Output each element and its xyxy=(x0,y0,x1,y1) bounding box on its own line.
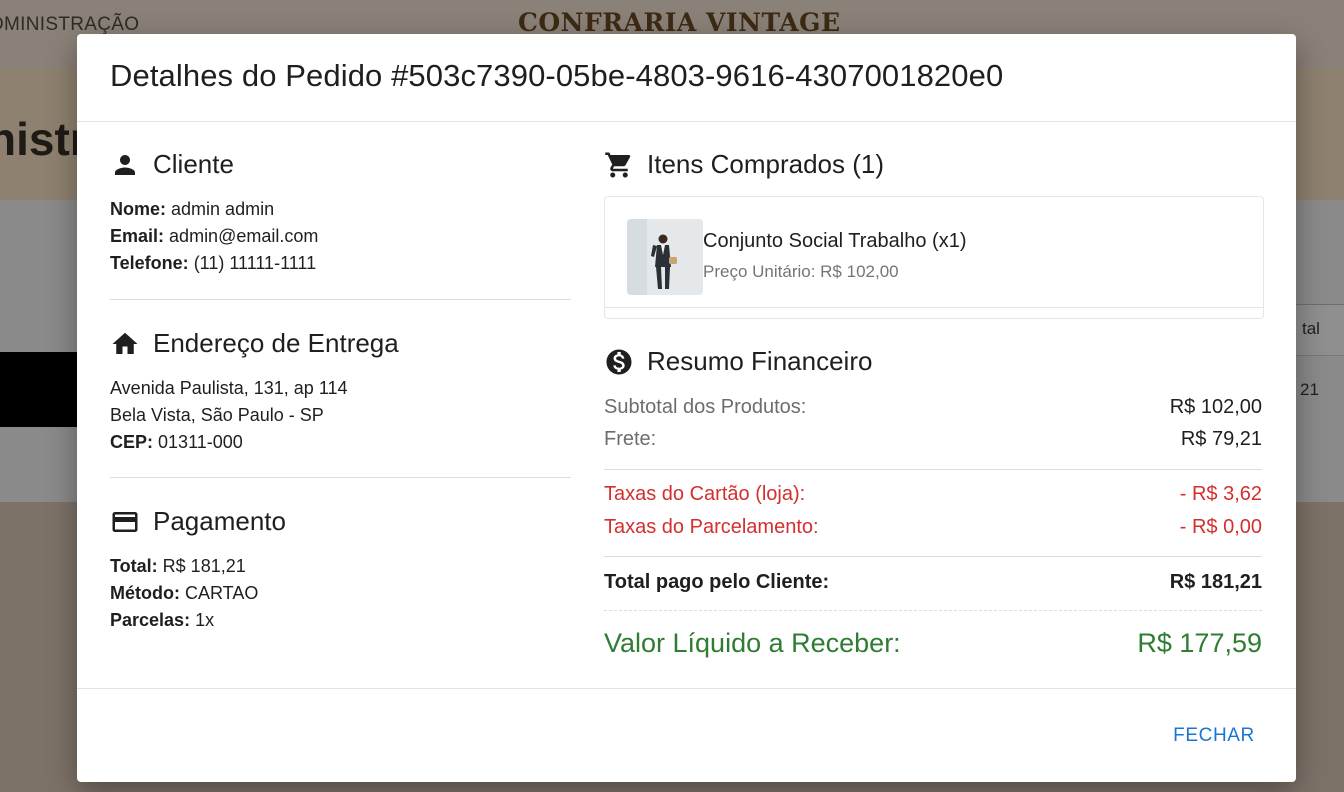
background-page-title: nistr xyxy=(0,113,88,165)
total-label: Total: xyxy=(110,556,158,576)
pagamento-parcelas-row: Parcelas: 1x xyxy=(110,607,258,634)
pagamento-heading: Pagamento xyxy=(153,506,286,536)
pagamento-total-row: Total: R$ 181,21 xyxy=(110,553,258,580)
home-icon xyxy=(112,332,138,354)
taxa-parcelamento-label: Taxas do Parcelamento: xyxy=(604,516,819,538)
product-thumbnail xyxy=(627,219,703,295)
subtotal-value: R$ 102,00 xyxy=(1169,396,1262,418)
endereco-section-header: Endereço de Entrega xyxy=(110,328,399,359)
total-pago-label: Total pago pelo Cliente: xyxy=(604,571,830,593)
valor-liquido-value: R$ 177,59 xyxy=(1137,628,1262,658)
finance-divider xyxy=(604,469,1262,470)
itens-section-header: Itens Comprados (1) xyxy=(604,149,884,180)
cliente-info: Nome: admin admin Email: admin@email.com… xyxy=(110,196,318,277)
background-table-cell: 21 xyxy=(1300,380,1319,399)
actions-divider xyxy=(77,688,1296,689)
background-block xyxy=(0,352,80,427)
telefone-label: Telefone: xyxy=(110,253,189,273)
resumo-section-header: Resumo Financeiro xyxy=(604,346,872,377)
endereco-linha2: Bela Vista, São Paulo - SP xyxy=(110,405,324,425)
total-pago-value: R$ 181,21 xyxy=(1169,571,1262,593)
endereco-info: Avenida Paulista, 131, ap 114 Bela Vista… xyxy=(110,375,348,456)
taxa-cartao-row: Taxas do Cartão (loja): - R$ 3,62 xyxy=(604,483,1262,506)
shopping-cart-icon xyxy=(605,152,631,177)
credit-card-icon xyxy=(112,511,138,532)
nav-admin-link[interactable]: DMINISTRAÇÃO xyxy=(0,14,139,36)
dialog-title: Detalhes do Pedido #503c7390-05be-4803-9… xyxy=(110,58,1004,93)
parcelas-label: Parcelas: xyxy=(110,610,191,630)
taxa-parcelamento-row: Taxas do Parcelamento: - R$ 0,00 xyxy=(604,516,1262,539)
taxa-parcelamento-value: - R$ 0,00 xyxy=(1179,516,1262,538)
cep-label: CEP: xyxy=(110,432,154,452)
cliente-section-header: Cliente xyxy=(110,149,234,180)
itens-heading: Itens Comprados (1) xyxy=(647,149,884,179)
nome-value: admin admin xyxy=(171,199,275,219)
cliente-nome-row: Nome: admin admin xyxy=(110,196,318,223)
telefone-value: (11) 11111-1111 xyxy=(193,253,317,273)
email-label: Email: xyxy=(110,226,165,246)
cliente-email-row: Email: admin@email.com xyxy=(110,223,318,250)
dollar-circle-icon xyxy=(606,349,632,374)
frete-label: Frete: xyxy=(604,428,657,450)
cep-value: 01311-000 xyxy=(158,432,243,452)
title-divider xyxy=(77,121,1296,122)
valor-liquido-label: Valor Líquido a Receber: xyxy=(604,628,901,658)
pagamento-section-header: Pagamento xyxy=(110,506,286,537)
subtotal-label: Subtotal dos Produtos: xyxy=(604,396,807,418)
endereco-linha1: Avenida Paulista, 131, ap 114 xyxy=(110,378,348,398)
pagamento-info: Total: R$ 181,21 Método: CARTAO Parcelas… xyxy=(110,553,258,634)
person-icon xyxy=(115,154,135,175)
section-divider xyxy=(110,299,571,300)
finance-dashed-divider xyxy=(604,610,1262,611)
frete-value: R$ 79,21 xyxy=(1180,428,1262,450)
item-unit-price: Preço Unitário: R$ 102,00 xyxy=(703,262,899,281)
list-item: Conjunto Social Trabalho (x1) Preço Unit… xyxy=(604,196,1264,319)
brand-logo[interactable]: CONFRARIA VINTAGE xyxy=(518,8,841,37)
valor-liquido-row: Valor Líquido a Receber: R$ 177,59 xyxy=(604,628,1262,659)
parcelas-value: 1x xyxy=(195,610,215,630)
email-value: admin@email.com xyxy=(169,226,319,246)
item-divider xyxy=(605,307,1263,308)
background-table-header: tal xyxy=(1302,319,1320,338)
taxa-cartao-value: - R$ 3,62 xyxy=(1179,483,1262,505)
endereco-heading: Endereço de Entrega xyxy=(153,328,399,358)
cliente-telefone-row: Telefone: (11) 11111-1111 xyxy=(110,250,318,277)
metodo-value: CARTAO xyxy=(185,583,259,603)
section-divider xyxy=(110,477,571,478)
close-button[interactable]: FECHAR xyxy=(1160,718,1268,754)
metodo-label: Método: xyxy=(110,583,180,603)
subtotal-row: Subtotal dos Produtos: R$ 102,00 xyxy=(604,396,1262,419)
frete-row: Frete: R$ 79,21 xyxy=(604,428,1262,451)
total-pago-row: Total pago pelo Cliente: R$ 181,21 xyxy=(604,571,1262,594)
resumo-heading: Resumo Financeiro xyxy=(647,346,873,376)
pagamento-metodo-row: Método: CARTAO xyxy=(110,580,258,607)
nome-label: Nome: xyxy=(110,199,167,219)
order-details-dialog: Detalhes do Pedido #503c7390-05be-4803-9… xyxy=(77,34,1296,782)
item-name: Conjunto Social Trabalho (x1) xyxy=(703,230,967,252)
cliente-heading: Cliente xyxy=(153,149,234,179)
endereco-cep-row: CEP: 01311-000 xyxy=(110,429,348,456)
taxa-cartao-label: Taxas do Cartão (loja): xyxy=(604,483,806,505)
finance-divider xyxy=(604,556,1262,557)
total-value: R$ 181,21 xyxy=(162,556,246,576)
